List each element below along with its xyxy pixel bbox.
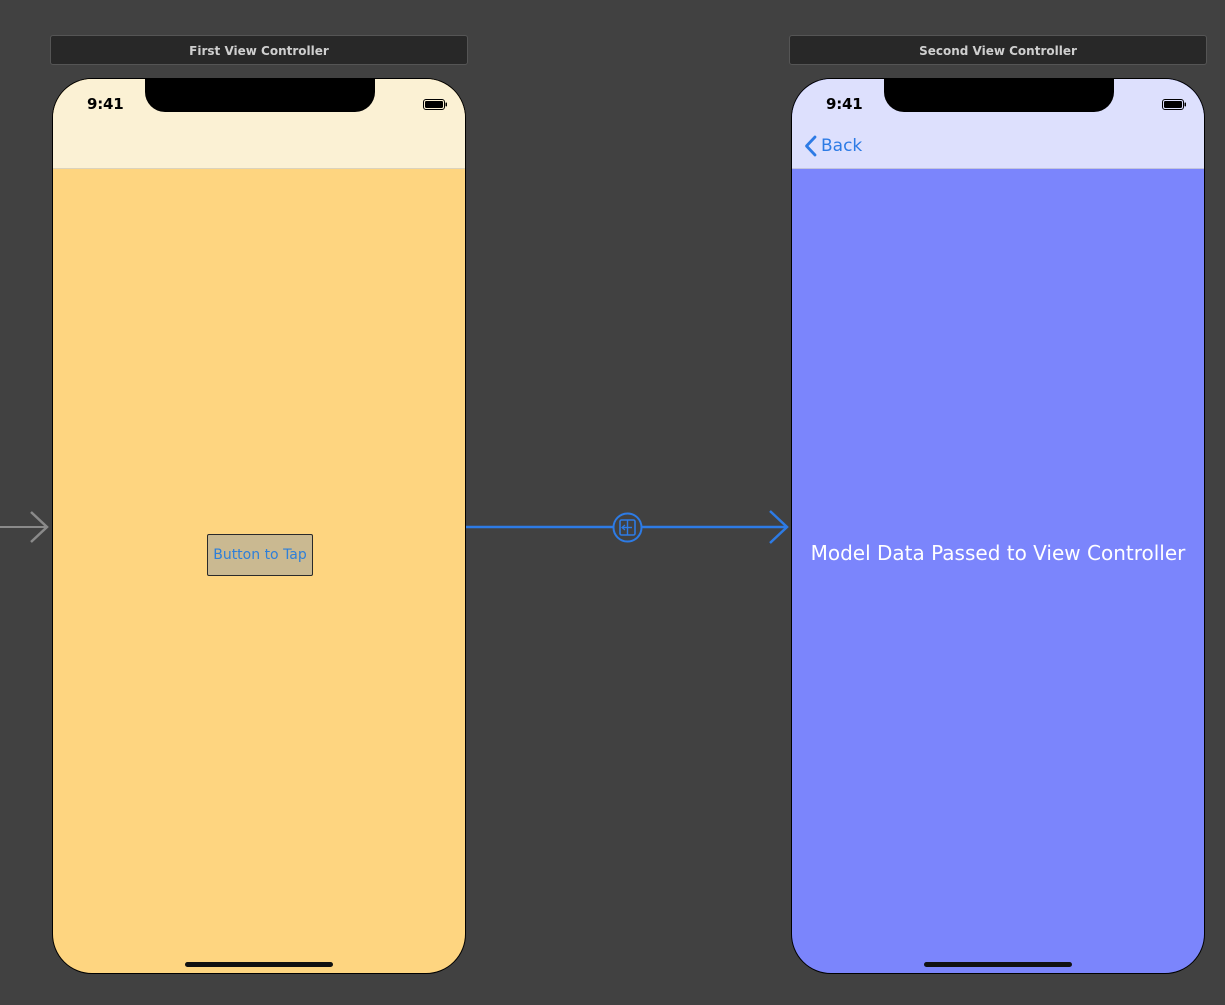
segue-push-icon[interactable] [612,512,643,543]
device-notch [145,79,375,112]
home-indicator [185,962,333,967]
device-notch [884,79,1114,112]
status-bar-time: 9:41 [87,95,124,113]
back-label: Back [821,136,863,156]
status-bar-time: 9:41 [826,95,863,113]
battery-icon [423,99,447,110]
initial-view-controller-arrow[interactable] [0,511,49,543]
back-button[interactable]: Back [804,135,862,157]
button-to-tap[interactable]: Button to Tap [207,534,313,576]
second-view-controller-scene[interactable]: 9:41 Back Model Data Passed to View Cont… [791,78,1205,974]
model-data-label: Model Data Passed to View Controller [810,541,1186,565]
battery-icon [1162,99,1186,110]
chevron-left-icon [805,135,817,157]
first-view-controller-scene[interactable]: 9:41 Button to Tap [52,78,466,974]
home-indicator [924,962,1072,967]
